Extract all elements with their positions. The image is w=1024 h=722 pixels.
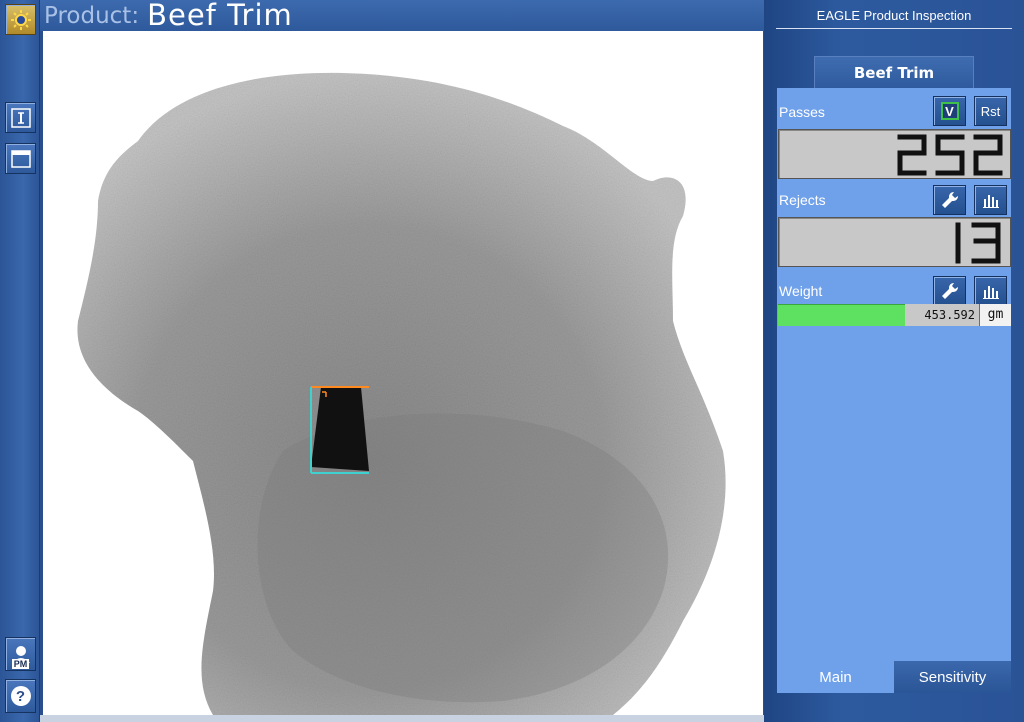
passes-seven-seg <box>897 134 1003 176</box>
right-control-panel: EAGLE Product Inspection Beef Trim Passe… <box>764 0 1024 722</box>
rejects-stats-button[interactable] <box>974 185 1007 215</box>
stats-panel: Passes V Rst 252 R <box>777 88 1011 693</box>
info-icon <box>10 107 31 128</box>
rejects-settings-button[interactable] <box>933 185 966 215</box>
help-label: ? <box>15 687 26 705</box>
rejects-counter: 13 <box>778 217 1011 267</box>
status-button[interactable] <box>5 4 36 35</box>
image-bottom-strip <box>40 715 764 722</box>
title-divider <box>776 28 1012 29</box>
sun-status-icon <box>10 9 31 30</box>
verify-button[interactable]: V <box>933 96 966 126</box>
weight-value: 453.592 <box>905 304 980 326</box>
inspection-app: PM ? Product: Beef Trim EAGLE Product In… <box>0 0 1024 722</box>
left-toolbar: PM ? <box>0 0 40 722</box>
bar-chart-icon <box>982 286 999 299</box>
passes-counter: 252 <box>778 129 1011 179</box>
help-button[interactable]: ? <box>5 679 36 713</box>
weight-settings-button[interactable] <box>933 276 966 306</box>
tab-sensitivity[interactable]: Sensitivity <box>894 661 1011 693</box>
foreign-object <box>311 387 369 471</box>
wrench-icon <box>941 192 958 208</box>
xray-image <box>77 72 726 715</box>
rejects-seven-seg <box>955 222 1001 264</box>
xray-image-view[interactable] <box>43 31 763 715</box>
pm-user-button[interactable]: PM <box>5 637 36 671</box>
tab-main[interactable]: Main <box>777 661 894 693</box>
reset-button[interactable]: Rst <box>974 96 1007 126</box>
panel-title: EAGLE Product Inspection <box>816 8 972 23</box>
product-name-title: Beef Trim <box>147 0 293 32</box>
wrench-icon <box>941 283 958 299</box>
product-prefix-label: Product: <box>44 3 140 29</box>
weight-label: Weight <box>779 283 823 299</box>
info-button[interactable] <box>5 102 36 133</box>
rejects-label: Rejects <box>779 192 826 208</box>
header-bar: Product: Beef Trim <box>40 0 764 31</box>
weight-unit: gm <box>980 304 1011 326</box>
passes-label: Passes <box>779 104 825 120</box>
verify-icon: V <box>940 102 959 120</box>
bar-chart-icon <box>982 195 999 208</box>
weight-stats-button[interactable] <box>974 276 1007 306</box>
product-tab[interactable]: Beef Trim <box>814 56 974 88</box>
pm-label: PM <box>11 659 30 669</box>
weight-level-bar <box>778 304 905 326</box>
window-icon <box>10 149 31 168</box>
window-button[interactable] <box>5 143 36 174</box>
